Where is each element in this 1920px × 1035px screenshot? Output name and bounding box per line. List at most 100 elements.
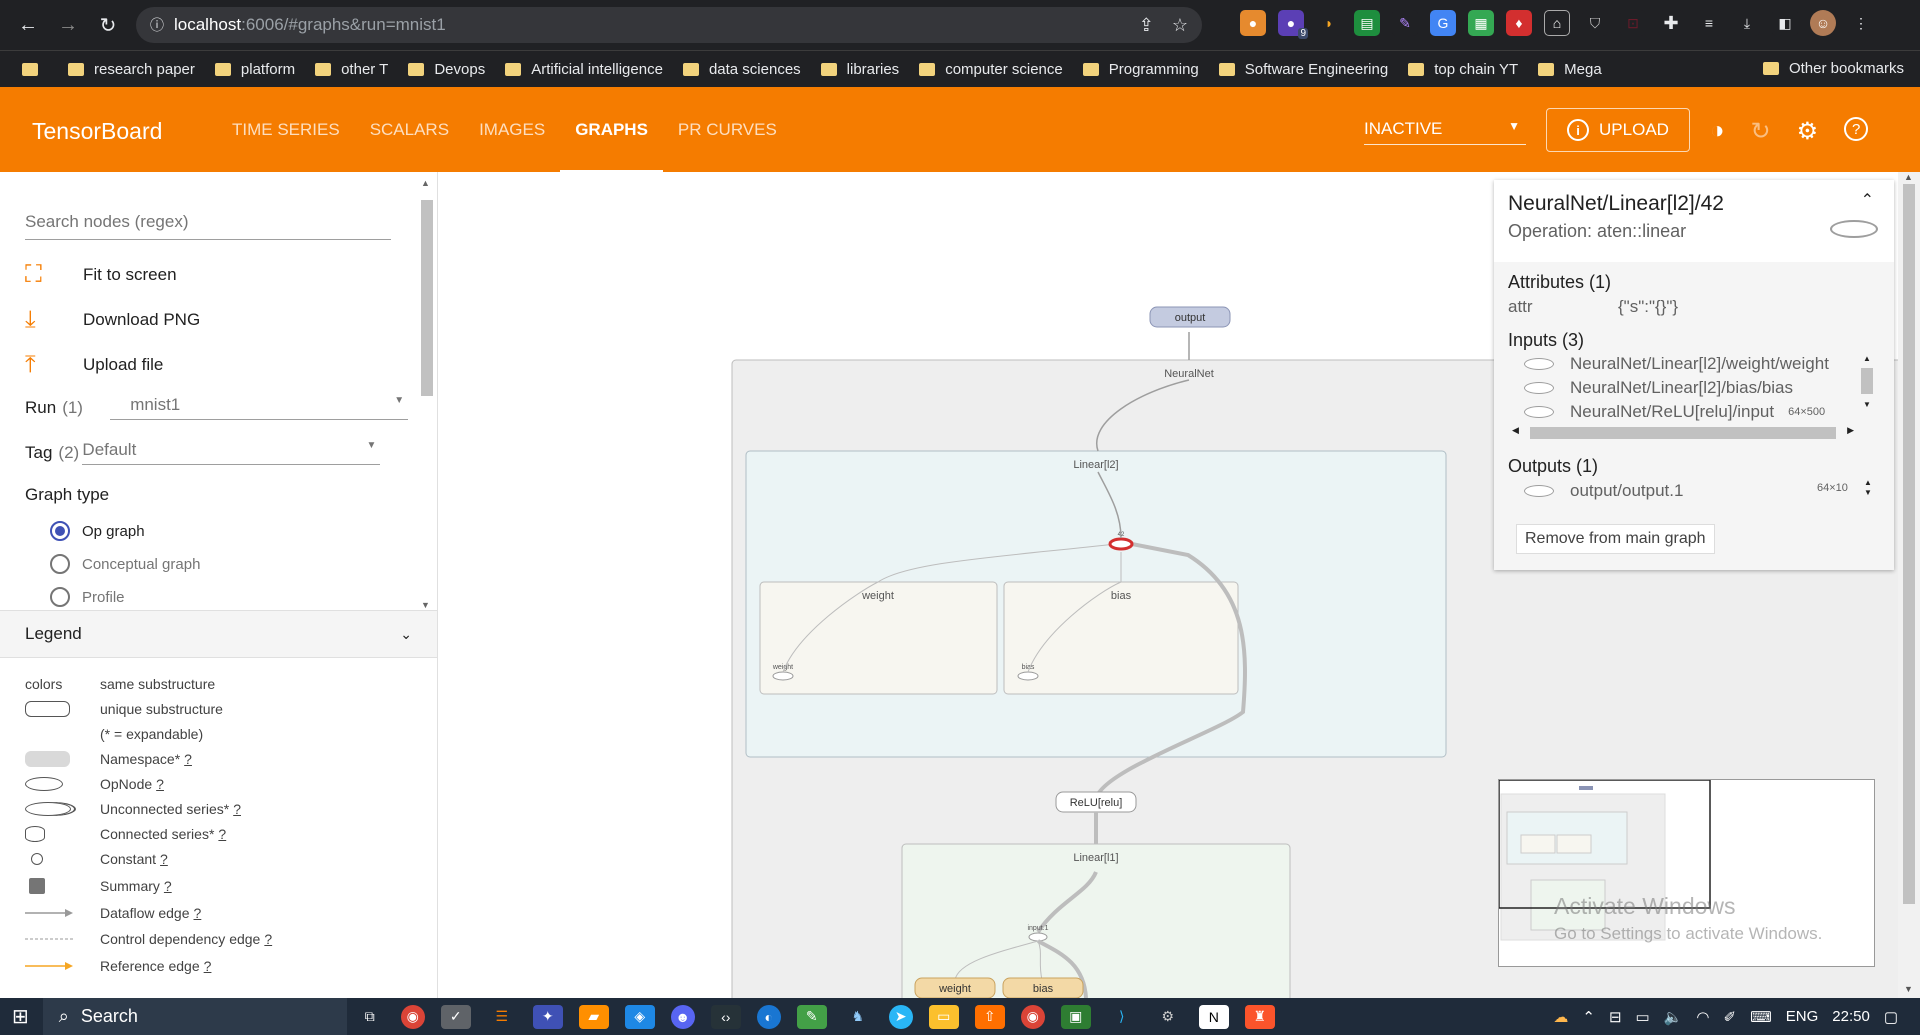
bookmark-folder[interactable]: libraries: [820, 61, 899, 78]
notification-icon[interactable]: ▢: [1884, 1008, 1898, 1026]
tab-time-series[interactable]: TIME SERIES: [217, 87, 355, 172]
volume-icon[interactable]: 🔈: [1664, 1008, 1683, 1026]
brave-icon[interactable]: ♜: [1244, 1004, 1275, 1029]
input-item[interactable]: NeuralNet/ReLU[relu]/input 64×500: [1524, 402, 1825, 422]
pen-icon[interactable]: ✐: [1724, 1008, 1737, 1026]
search-nodes-input[interactable]: Search nodes (regex): [25, 212, 391, 240]
scroll-thumb[interactable]: [1903, 184, 1915, 904]
scroll-up-icon[interactable]: ▲: [1863, 354, 1871, 363]
other-bookmarks[interactable]: Other bookmarks: [1762, 60, 1904, 77]
theme-toggle-icon[interactable]: ◑: [1710, 117, 1725, 146]
side-panel-icon[interactable]: ◧: [1772, 10, 1798, 36]
notion-icon[interactable]: N: [1198, 1004, 1229, 1029]
refresh-icon[interactable]: ↻: [1751, 117, 1771, 146]
help-link[interactable]: ?: [218, 826, 226, 842]
bias-op-node[interactable]: [1017, 671, 1039, 681]
extension-icon[interactable]: ▦: [1468, 10, 1494, 36]
extension-icon[interactable]: ⊡: [1620, 10, 1646, 36]
translate-icon[interactable]: G: [1430, 10, 1456, 36]
bookmark-folder[interactable]: platform: [214, 61, 295, 78]
chrome-icon[interactable]: ◉: [1020, 1004, 1045, 1029]
bookmark-folder[interactable]: top chain YT: [1408, 61, 1518, 78]
bookmark-folder[interactable]: computer science: [919, 61, 1063, 78]
keyboard-icon[interactable]: ⌨: [1750, 1008, 1772, 1026]
avatar[interactable]: ☺: [1810, 10, 1836, 36]
download-icon[interactable]: ⤓: [1734, 10, 1760, 36]
bookmark-folder[interactable]: Software Engineering: [1218, 61, 1388, 78]
help-link[interactable]: ?: [233, 801, 241, 817]
help-link[interactable]: ?: [160, 851, 168, 867]
menu-icon[interactable]: ⋮: [1848, 10, 1874, 36]
upload-button[interactable]: i UPLOAD: [1546, 108, 1690, 152]
file-explorer-icon[interactable]: ▭: [928, 1004, 959, 1029]
taskbar-search[interactable]: ⌕ Search: [42, 998, 347, 1035]
wifi-icon[interactable]: ◠: [1696, 1008, 1709, 1026]
help-icon[interactable]: ?: [1844, 117, 1869, 141]
app-icon[interactable]: ☰: [487, 1005, 517, 1029]
input-item[interactable]: NeuralNet/Linear[l2]/weight/weight: [1524, 354, 1829, 374]
legend-header[interactable]: Legend ⌄: [0, 610, 437, 658]
share-icon[interactable]: ⇪: [1139, 15, 1154, 36]
app-icon[interactable]: ✓: [440, 1004, 471, 1029]
app-icon[interactable]: ✎: [796, 1004, 827, 1029]
telegram-icon[interactable]: ➤: [888, 1004, 913, 1029]
output-scroll-icon[interactable]: ▲ ▼: [1864, 478, 1872, 498]
app-icon[interactable]: ‹›: [710, 1004, 741, 1029]
linear-l1-namespace[interactable]: [901, 843, 1291, 998]
bookmark-folder[interactable]: Mega: [1538, 61, 1602, 78]
address-bar[interactable]: ⓘ localhost:6006/#graphs&run=mnist1 ⇪ ☆: [136, 7, 1202, 43]
settings-gear-icon[interactable]: ⚙: [1797, 117, 1819, 146]
app-icon[interactable]: ✦: [532, 1004, 563, 1029]
output-item[interactable]: output/output.1: [1524, 481, 1683, 501]
chrome-icon[interactable]: ◉: [400, 1004, 425, 1029]
network-icon[interactable]: ⊟: [1609, 1008, 1622, 1026]
scroll-right-icon[interactable]: ▶: [1847, 425, 1854, 436]
app-icon[interactable]: ⇧: [974, 1004, 1005, 1029]
windows-start-icon[interactable]: ⊞: [12, 1004, 29, 1029]
help-link[interactable]: ?: [264, 931, 272, 947]
extension-icon[interactable]: ⌂: [1544, 10, 1570, 36]
input-item[interactable]: NeuralNet/Linear[l2]/bias/bias: [1524, 378, 1793, 398]
extension-icon[interactable]: ♦: [1506, 10, 1532, 36]
extension-icon[interactable]: ●: [1240, 10, 1266, 36]
radio-profile[interactable]: Profile: [50, 587, 125, 607]
tab-scalars[interactable]: SCALARS: [355, 87, 464, 172]
discord-icon[interactable]: ☻: [670, 1004, 695, 1029]
bookmark-folder[interactable]: research paper: [68, 61, 195, 78]
scroll-down-icon[interactable]: ▼: [1904, 984, 1913, 994]
extension-icon[interactable]: ▤: [1354, 10, 1380, 36]
bookmark-folder[interactable]: other T: [315, 61, 388, 78]
site-info-icon[interactable]: ⓘ: [150, 15, 164, 35]
scroll-up-icon[interactable]: ▲: [1904, 172, 1913, 182]
scroll-left-icon[interactable]: ◀: [1512, 425, 1519, 436]
input-1-node[interactable]: [1028, 932, 1048, 942]
bookmark-apps[interactable]: [22, 62, 48, 76]
scroll-up-icon[interactable]: ▲: [421, 178, 430, 188]
sidebar-scrollbar[interactable]: ▲ ▼: [419, 178, 433, 612]
bookmark-folder[interactable]: Devops: [408, 61, 485, 78]
tab-pr-curves[interactable]: PR CURVES: [663, 87, 792, 172]
scroll-thumb[interactable]: [1861, 368, 1873, 394]
inputs-hscroll[interactable]: ◀ ▶: [1508, 425, 1858, 439]
bookmark-star-icon[interactable]: ☆: [1172, 15, 1188, 36]
reload-icon[interactable]: ↻: [88, 5, 128, 45]
app-icon[interactable]: ▰: [578, 1004, 609, 1029]
help-link[interactable]: ?: [194, 905, 202, 921]
app-icon[interactable]: ◐: [756, 1004, 781, 1029]
run-dropdown[interactable]: mnist1 ▼: [110, 395, 409, 420]
app-icon[interactable]: ▣: [1060, 1004, 1091, 1029]
extension-icon[interactable]: ✎: [1392, 10, 1418, 36]
tab-graphs[interactable]: GRAPHS: [560, 87, 663, 172]
app-icon[interactable]: ♞: [843, 1005, 873, 1029]
remove-from-main-graph-button[interactable]: Remove from main graph: [1516, 524, 1715, 554]
help-link[interactable]: ?: [164, 878, 172, 894]
forward-icon[interactable]: →: [48, 5, 88, 45]
task-view-icon[interactable]: ⧉: [355, 1005, 385, 1029]
extension-icon[interactable]: ◗: [1316, 10, 1342, 36]
clock[interactable]: 22:50: [1832, 1008, 1870, 1025]
weather-icon[interactable]: ☁: [1553, 1008, 1568, 1026]
scroll-thumb[interactable]: [421, 200, 433, 396]
bookmark-folder[interactable]: Artificial intelligence: [505, 61, 663, 78]
battery-icon[interactable]: ▭: [1636, 1008, 1650, 1026]
app-icon[interactable]: ◈: [624, 1004, 655, 1029]
